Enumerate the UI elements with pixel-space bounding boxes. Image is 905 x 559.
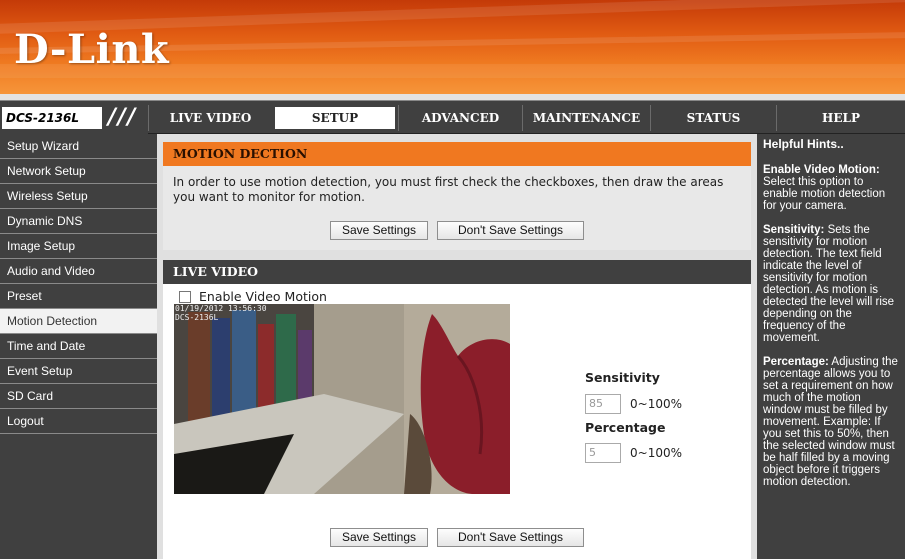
bottom-button-area: Save Settings Don't Save Settings xyxy=(163,508,751,559)
main-content: MOTION DECTION In order to use motion de… xyxy=(157,134,757,559)
top-nav: DCS-2136L / / / LIVE VIDEO SETUP ADVANCE… xyxy=(0,100,905,134)
tab-status[interactable]: STATUS xyxy=(650,105,776,131)
sidebar-item-network-setup[interactable]: Network Setup xyxy=(0,159,157,184)
slash-decoration: / / / xyxy=(108,105,135,130)
hint-term: Percentage: xyxy=(763,356,829,368)
tab-setup[interactable]: SETUP xyxy=(275,107,395,129)
sensitivity-range-text: 0~100% xyxy=(630,397,682,411)
enable-video-motion-checkbox[interactable] xyxy=(179,291,191,303)
sidebar-item-motion-detection[interactable]: Motion Detection xyxy=(0,309,157,334)
bottom-save-settings-button[interactable]: Save Settings xyxy=(330,528,428,547)
hint-enable-video-motion: Enable Video Motion: Select this option … xyxy=(763,164,900,212)
sidebar-item-time-and-date[interactable]: Time and Date xyxy=(0,334,157,359)
hint-percentage: Percentage: Adjusting the percentage all… xyxy=(763,356,900,488)
tab-maintenance[interactable]: MAINTENANCE xyxy=(522,105,650,131)
helpful-hints-panel: Helpful Hints.. Enable Video Motion: Sel… xyxy=(757,134,905,559)
tab-help[interactable]: HELP xyxy=(776,105,905,131)
model-box: DCS-2136L / / / xyxy=(0,101,148,134)
bottom-dont-save-settings-button[interactable]: Don't Save Settings xyxy=(437,528,584,547)
save-settings-button[interactable]: Save Settings xyxy=(330,221,428,240)
motion-section: In order to use motion detection, you mu… xyxy=(163,166,751,250)
sidebar-item-sd-card[interactable]: SD Card xyxy=(0,384,157,409)
motion-section-title: MOTION DECTION xyxy=(163,142,751,166)
percentage-label: Percentage xyxy=(585,420,666,435)
sidebar-item-logout[interactable]: Logout xyxy=(0,409,157,434)
tab-live-video[interactable]: LIVE VIDEO xyxy=(148,105,272,131)
sidebar-item-event-setup[interactable]: Event Setup xyxy=(0,359,157,384)
percentage-input[interactable]: 5 xyxy=(585,443,621,463)
live-video-feed[interactable]: 01/19/2012 13:56:30 DCS-2136L xyxy=(174,304,510,494)
sidebar-item-preset[interactable]: Preset xyxy=(0,284,157,309)
hint-text: Select this option to enable motion dete… xyxy=(763,176,886,212)
enable-video-motion-label: Enable Video Motion xyxy=(199,289,327,304)
sensitivity-input[interactable]: 85 xyxy=(585,394,621,414)
hint-sensitivity: Sensitivity: Sets the sensitivity for mo… xyxy=(763,224,900,344)
motion-description: In order to use motion detection, you mu… xyxy=(173,175,724,204)
live-video-section: Enable Video Motion 01/19/2012 13:56:30 … xyxy=(163,284,751,508)
header-banner: D-Link xyxy=(0,0,905,94)
percentage-range-text: 0~100% xyxy=(630,446,682,460)
dont-save-settings-button[interactable]: Don't Save Settings xyxy=(437,221,584,240)
hints-title: Helpful Hints.. xyxy=(763,137,844,151)
live-video-section-title: LIVE VIDEO xyxy=(163,260,751,284)
sidebar-item-image-setup[interactable]: Image Setup xyxy=(0,234,157,259)
hint-text: Adjusting the percentage allows you to s… xyxy=(763,356,898,488)
dlink-logo: D-Link xyxy=(14,26,170,73)
sidebar-item-setup-wizard[interactable]: Setup Wizard xyxy=(0,134,157,159)
tab-advanced[interactable]: ADVANCED xyxy=(398,105,522,131)
model-name: DCS-2136L xyxy=(2,107,102,129)
sidebar-item-audio-and-video[interactable]: Audio and Video xyxy=(0,259,157,284)
hint-term: Enable Video Motion: xyxy=(763,164,880,176)
video-frame-image xyxy=(174,304,510,494)
sidebar-item-wireless-setup[interactable]: Wireless Setup xyxy=(0,184,157,209)
sidebar: Setup Wizard Network Setup Wireless Setu… xyxy=(0,134,157,559)
video-timestamp-overlay: 01/19/2012 13:56:30 DCS-2136L xyxy=(175,304,267,322)
sidebar-item-dynamic-dns[interactable]: Dynamic DNS xyxy=(0,209,157,234)
hint-term: Sensitivity: xyxy=(763,224,825,236)
sensitivity-label: Sensitivity xyxy=(585,370,660,385)
hint-text: Sets the sensitivity for motion detectio… xyxy=(763,224,895,344)
